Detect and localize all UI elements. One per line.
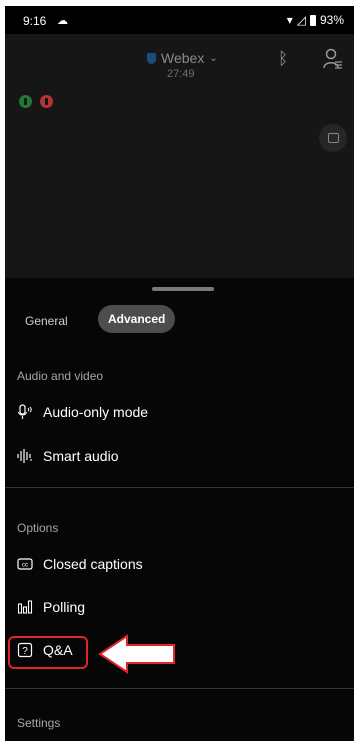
signal-icon: ◿ (296, 13, 306, 27)
divider (5, 688, 354, 689)
audio-only-mode-item[interactable]: Audio-only mode (17, 404, 148, 420)
shield-icon (147, 52, 156, 64)
battery-level: 93% (319, 13, 344, 27)
app-name: Webex (161, 50, 205, 66)
section-title-options: Options (17, 521, 59, 535)
status-time: 9:16 (23, 14, 47, 28)
closed-captions-icon: cc (17, 556, 33, 572)
muted-badge (40, 95, 53, 108)
audio-active-badge (19, 95, 32, 108)
polling-label: Polling (43, 599, 86, 615)
smart-audio-item[interactable]: Smart audio (17, 448, 118, 464)
section-title-audio-video: Audio and video (17, 369, 104, 383)
pointer-arrow (98, 634, 175, 674)
chat-icon[interactable] (319, 124, 347, 152)
meeting-duration: 27:49 (167, 68, 195, 80)
audio-only-mode-label: Audio-only mode (43, 404, 149, 420)
svg-text:cc: cc (22, 563, 28, 569)
section-title-settings: Settings (17, 716, 61, 730)
status-bar: 9:16 ☁ ▾ ◿ 93% (5, 6, 354, 34)
meeting-title[interactable]: Webex ⌄ (147, 50, 218, 66)
bar-chart-icon (17, 599, 33, 615)
drag-handle[interactable] (152, 287, 214, 291)
microphone-waves-icon (17, 404, 33, 420)
wifi-icon: ▾ (286, 13, 293, 27)
meeting-area: Webex ⌄ 27:49 ᛒ (5, 34, 354, 278)
closed-captions-label: Closed captions (43, 556, 143, 572)
smart-audio-label: Smart audio (43, 448, 119, 464)
waveform-icon (17, 448, 33, 464)
tab-advanced[interactable]: Advanced (98, 305, 176, 333)
divider (5, 487, 354, 488)
closed-captions-item[interactable]: cc Closed captions (17, 556, 143, 572)
more-options-sheet: General Advanced Audio and video Audio-o… (5, 278, 354, 741)
battery-icon (309, 14, 316, 26)
tab-general[interactable]: General (25, 314, 68, 328)
chevron-down-icon: ⌄ (209, 52, 218, 64)
status-right: ▾ ◿ 93% (287, 13, 344, 27)
participants-icon[interactable] (323, 48, 343, 70)
phone-screen: 9:16 ☁ ▾ ◿ 93% Webex ⌄ 27:49 ᛒ General A… (5, 6, 354, 741)
bluetooth-icon[interactable]: ᛒ (278, 49, 288, 69)
notification-icon: ☁ (57, 15, 68, 27)
qa-highlight-box (8, 636, 88, 669)
polling-item[interactable]: Polling (17, 599, 85, 615)
